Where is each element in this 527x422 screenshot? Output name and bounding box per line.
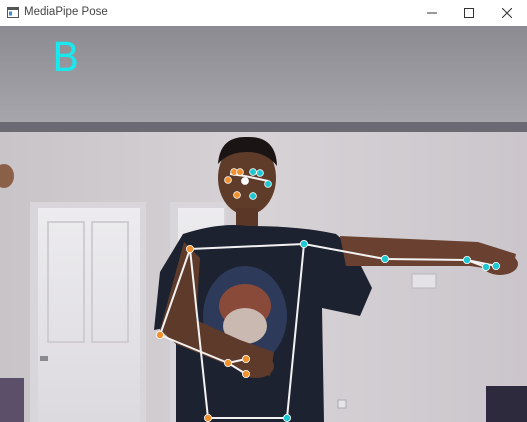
- maximize-icon: [464, 8, 474, 18]
- close-icon: [502, 8, 512, 18]
- app-window: MediaPipe Pose B: [0, 0, 527, 422]
- wall-outlet: [411, 273, 437, 289]
- maximize-button[interactable]: [454, 0, 484, 26]
- minimize-button[interactable]: [417, 0, 447, 26]
- overlay-label: B: [52, 35, 80, 81]
- minimize-icon: [427, 12, 437, 14]
- window-title: MediaPipe Pose: [24, 6, 108, 18]
- ceiling-molding: [0, 122, 527, 132]
- pose-landmark-nose: [241, 177, 249, 185]
- camera-feed: B: [0, 26, 527, 422]
- app-window-icon: [7, 7, 19, 18]
- close-button[interactable]: [492, 0, 522, 26]
- camera-frame-image: [0, 26, 527, 422]
- left-door: [30, 202, 146, 422]
- title-bar[interactable]: MediaPipe Pose: [0, 0, 527, 27]
